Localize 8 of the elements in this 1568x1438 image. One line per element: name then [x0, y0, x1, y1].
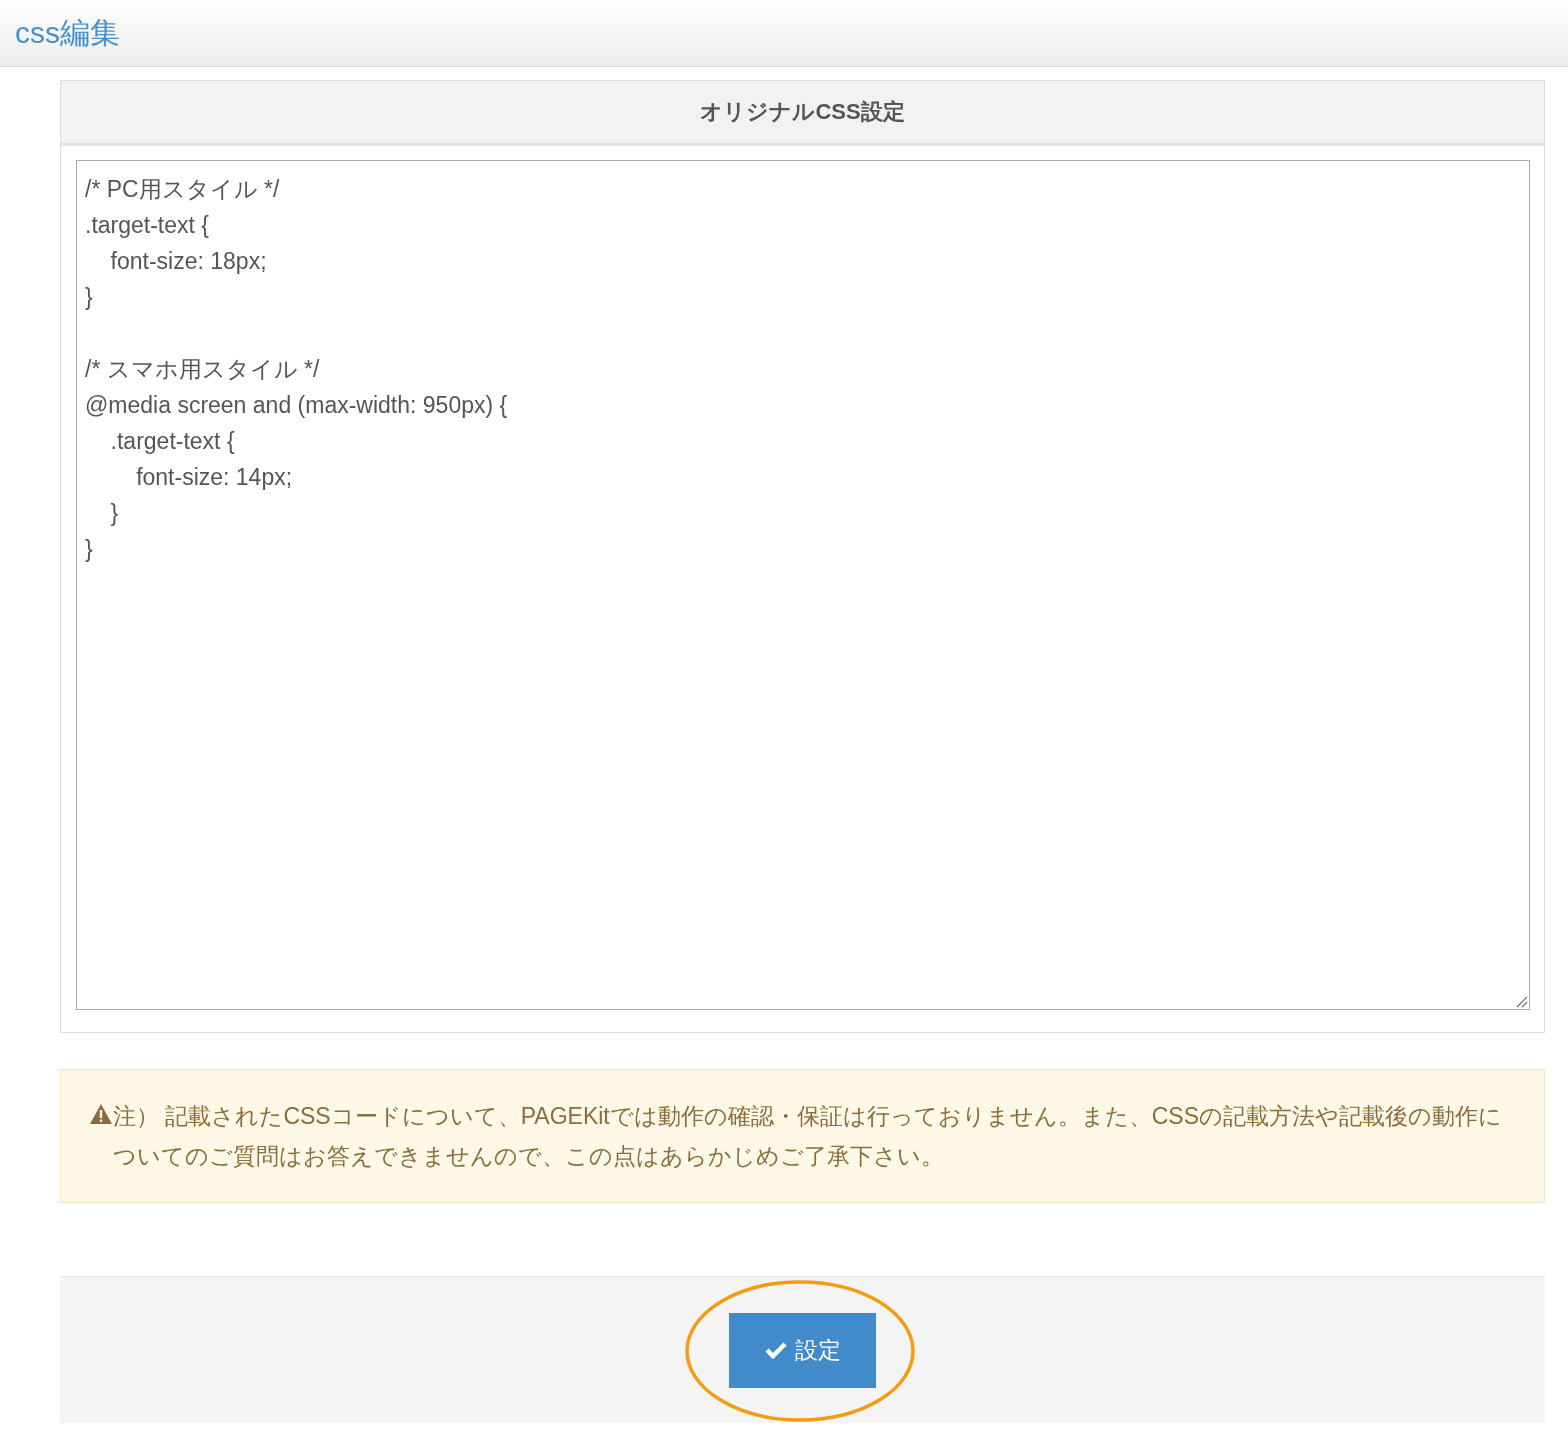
warning-icon [89, 1103, 113, 1125]
notice-text: 注） 記載されたCSSコードについて、PAGEKitでは動作の確認・保証は行っておりません。また、CSSの記載方法や記載後の動作についてのご質問はお答えできませんので、この点はあらかじめご了承下さい。 [113, 1102, 1504, 1171]
resize-grip-icon[interactable] [1514, 994, 1528, 1008]
css-code-field[interactable]: /* PC用スタイル */ .target-text { font-size: 18px; } /* スマホ用スタイル */ @media screen and (max-width: 950px) { .target-text { font-size: 14px; } } [76, 160, 1530, 1010]
panel-title: オリジナルCSS設定 [61, 81, 1544, 146]
save-button[interactable]: 設定 [729, 1312, 876, 1388]
check-icon [764, 1341, 787, 1359]
page-title: css編集 [15, 14, 120, 51]
